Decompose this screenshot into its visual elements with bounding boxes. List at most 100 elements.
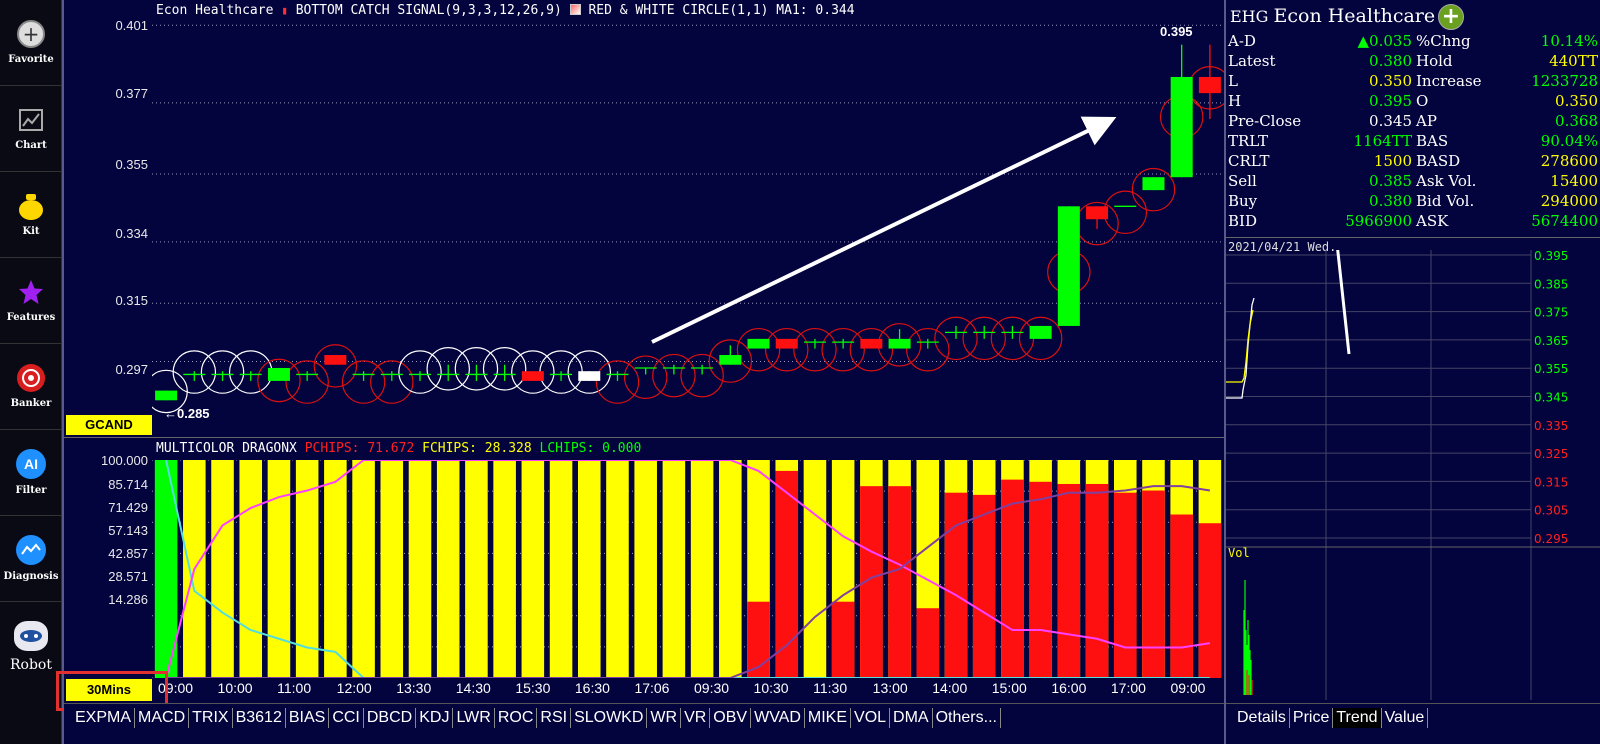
quote-value: 0.350 [1555,92,1598,110]
intraday-trend-chart[interactable]: 0.395 0.385 0.375 0.365 0.355 0.345 0.335 0.325… [1226,250,1600,705]
tab-obv[interactable]: OBV [710,708,752,728]
signal-circle [736,327,781,372]
signal-circle [1103,190,1148,235]
tab-slowkd[interactable]: SLOWKD [571,708,648,728]
time-tick: 12:00 [336,680,372,696]
sidebar-item-label: Features [6,312,56,323]
quote-label: Buy [1228,192,1258,210]
tab-others[interactable]: Others... [933,708,1001,728]
price-tick: 0.355 [115,157,148,172]
sidebar-item-filter[interactable]: AI Filter [0,430,62,516]
tab-mike[interactable]: MIKE [805,708,852,728]
candlestick-chart[interactable] [152,20,1224,438]
time-tick: 11:00 [277,680,312,696]
candle-body [747,338,770,349]
trend-price-tick: 0.395 [1534,250,1568,263]
signal-circle [652,353,696,398]
candle-body [1057,206,1080,326]
fchips-line [165,460,1211,678]
sidebar-item-banker[interactable]: Banker [0,344,62,430]
time-tick: 17:00 [1110,680,1146,696]
sidebar-item-chart[interactable]: Chart [0,86,62,172]
quote-value: 1233728 [1531,72,1598,90]
tab-b3612[interactable]: B3612 [233,708,286,728]
tab-dma[interactable]: DMA [890,708,933,728]
chips-bar-red [1198,523,1222,678]
tab-wvad[interactable]: WVAD [751,708,805,728]
chips-bar-chart[interactable] [152,460,1224,678]
sidebar-item-label: Favorite [8,54,54,65]
trend-price-tick: 0.385 [1534,277,1568,291]
tab-cci[interactable]: CCI [329,708,364,728]
tab-bias[interactable]: BIAS [286,708,330,728]
sidebar-item-label: Kit [22,226,40,237]
sidebar-item-diagnosis[interactable]: Diagnosis [0,516,62,602]
chips-bar-yellow [634,460,657,678]
chips-bar-yellow [493,460,516,678]
signal-circle [849,327,894,372]
star-icon [17,278,45,306]
quote-label: H [1228,92,1242,110]
chips-bar-yellow [521,460,545,678]
plus-circle-icon: + [17,20,45,48]
trend-price-tick: 0.355 [1534,362,1568,376]
sidebar-item-kit[interactable]: Kit [0,172,62,258]
tab-kdj[interactable]: KDJ [416,708,454,728]
quote-label: Hold [1416,52,1453,70]
quote-row: Latest 0.380 Hold 440TT [1228,52,1600,72]
tab-vr[interactable]: VR [681,708,711,728]
chips-bar-yellow [408,460,432,678]
chips-bar-yellow [465,460,488,678]
sidebar-item-label: Banker [10,398,52,409]
chips-bar-red [1001,479,1024,678]
sidebar-item-features[interactable]: Features [0,258,62,344]
tab-lwr[interactable]: LWR [453,708,495,728]
annotation-arrow [651,116,1117,344]
quote-panel: EHG Econ Healthcare + A-D ▲0.035 %Chng 10.1… [1224,0,1600,744]
candle-body [1198,76,1221,94]
tab-price[interactable]: Price [1290,708,1334,728]
signal-circle [370,360,414,404]
quote-row: A-D ▲0.035 %Chng 10.14% [1228,32,1600,52]
candle-body [1142,177,1165,191]
tab-vol[interactable]: VOL [851,708,891,728]
stock-full-name: Econ Healthcare [1273,5,1436,27]
quote-label: Bid Vol. [1416,192,1475,210]
chart-icon [17,106,45,134]
tab-dbcd[interactable]: DBCD [364,708,417,728]
quote-row: L 0.350 Increase 1233728 [1228,72,1600,92]
trend-price-tick: 0.365 [1534,334,1568,348]
sub-tick: 14.286 [108,592,148,607]
tab-value[interactable]: Value [1382,708,1429,728]
quote-label: BASD [1416,152,1461,170]
chips-bar-yellow [352,460,375,678]
candle-body [267,367,290,381]
add-favorite-icon[interactable]: + [1438,4,1464,30]
gcand-button[interactable]: GCAND [66,415,152,435]
tab-expma[interactable]: EXPMA [72,708,136,728]
trend-price-tick: 0.325 [1534,447,1568,461]
chips-bar-yellow [211,460,234,678]
tab-wr[interactable]: WR [647,708,682,728]
trend-price-line [1226,297,1255,399]
tab-trix[interactable]: TRIX [189,708,233,728]
signal-circle [821,327,865,372]
candle-body [521,371,544,381]
tab-details[interactable]: Details [1234,708,1290,728]
tab-macd[interactable]: MACD [135,708,190,728]
time-tick: 11:30 [813,680,848,696]
chips-bar-red [944,492,968,678]
time-axis: 09:00 10:00 11:00 12:00 13:30 14:30 15:30 16:30… [152,680,1224,700]
money-bag-icon [17,192,45,220]
tab-rsi[interactable]: RSI [537,708,572,728]
lchips-line [165,460,1210,678]
quote-value: ▲0.035 [1357,32,1412,50]
tab-roc[interactable]: ROC [495,708,538,728]
tab-trend[interactable]: Trend [1333,708,1382,728]
sidebar-item-robot[interactable]: Robot [0,602,62,692]
time-tick: 10:00 [217,680,253,696]
quote-label: Sell [1228,172,1257,190]
high-price-label: 0.395 [1160,24,1193,39]
stock-name: Econ Healthcare [156,3,274,18]
sidebar-item-favorite[interactable]: + Favorite [0,0,62,86]
